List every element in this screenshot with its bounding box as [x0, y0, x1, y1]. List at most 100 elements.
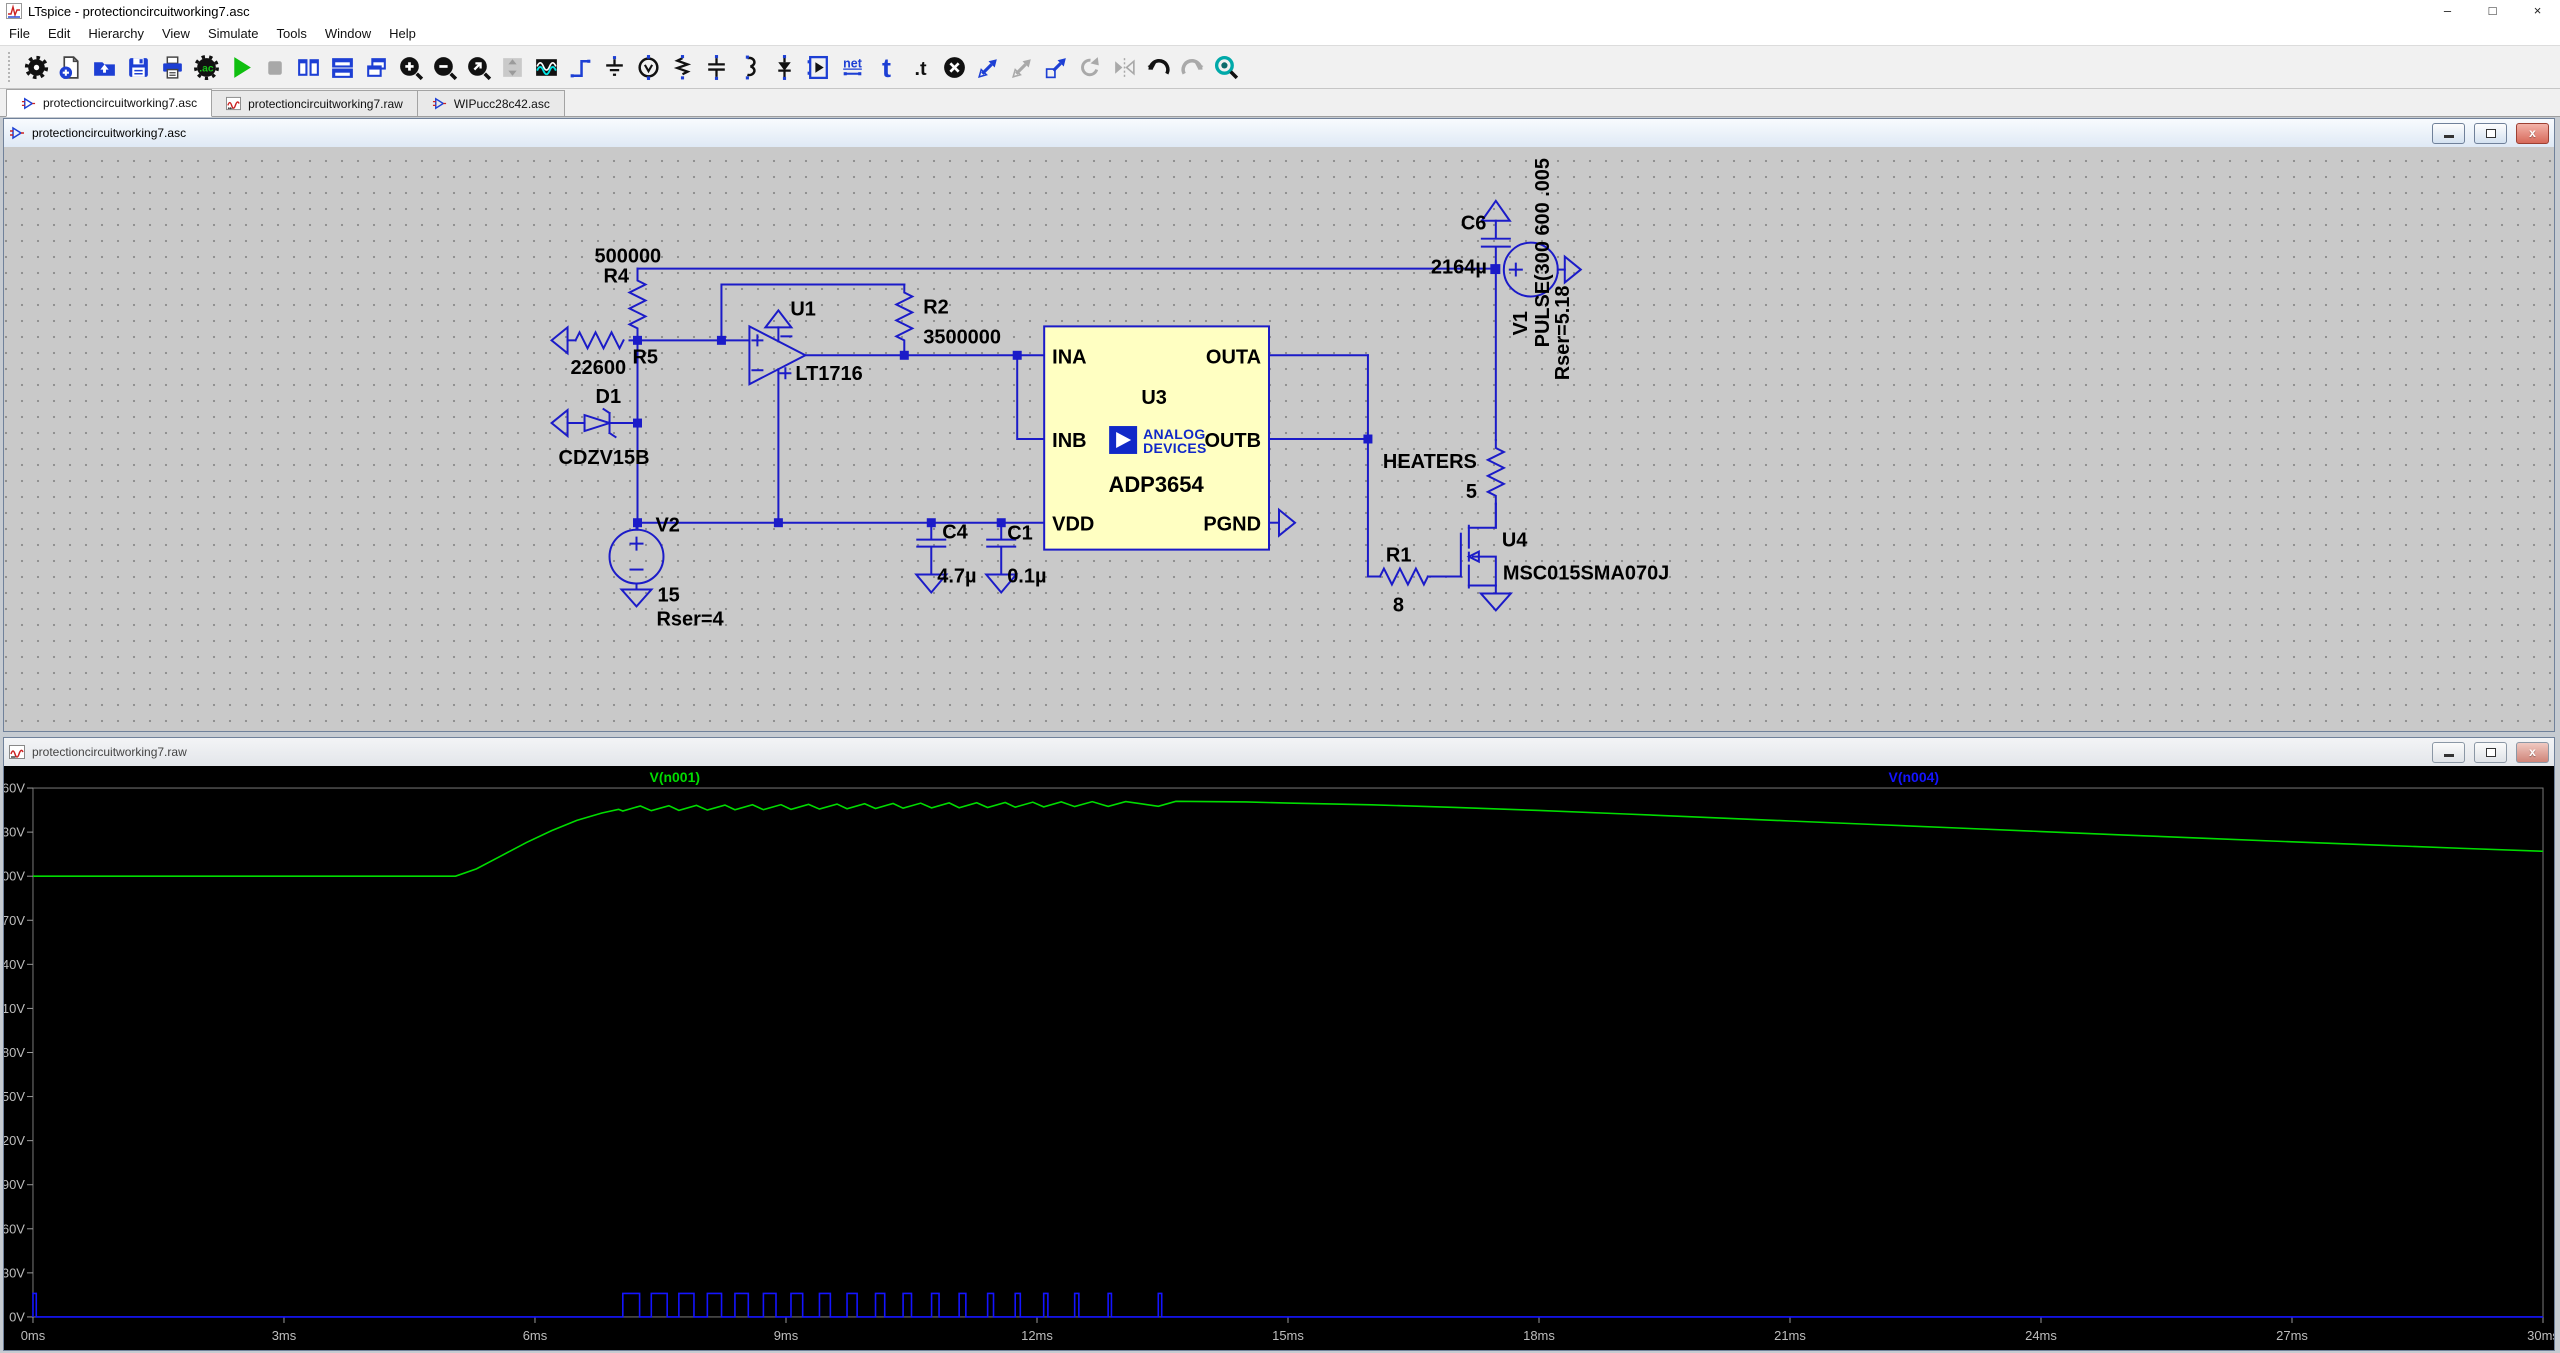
print-icon[interactable]: [155, 50, 189, 84]
trace-v-n004[interactable]: [33, 1293, 2543, 1317]
close-button[interactable]: ×: [2515, 0, 2560, 22]
tab-wipucc28c42-asc[interactable]: WIPucc28c42.asc: [417, 90, 565, 116]
r5-name: R5: [633, 346, 659, 368]
menu-item-help[interactable]: Help: [380, 22, 425, 45]
u4-value: MSC015SMA070J: [1503, 563, 1669, 585]
inductor-icon[interactable]: [733, 50, 767, 84]
undo-icon[interactable]: [1141, 50, 1175, 84]
component-HEATERS[interactable]: [1488, 440, 1504, 504]
control-panel-icon[interactable]: [19, 50, 53, 84]
waveform-minimize-button[interactable]: [2432, 742, 2465, 763]
heaters-value: 5: [1466, 481, 1477, 503]
diode-icon[interactable]: [767, 50, 801, 84]
trace-v-n001[interactable]: [33, 801, 2543, 876]
x-tick-label: 3ms: [272, 1328, 297, 1343]
trace-label-0[interactable]: V(n001): [649, 769, 700, 785]
waveform-plot-area[interactable]: 0V30V60V90V120V150V180V210V240V270V300V3…: [4, 766, 2554, 1350]
copy-icon: [1005, 50, 1039, 84]
simulation-settings-icon[interactable]: .ac: [189, 50, 223, 84]
waveform-restore-button[interactable]: [2474, 742, 2507, 763]
open-icon[interactable]: [87, 50, 121, 84]
component-R5[interactable]: [552, 327, 624, 353]
tile-vertical-icon[interactable]: [291, 50, 325, 84]
delete-icon[interactable]: [937, 50, 971, 84]
zoom-extents-icon[interactable]: [461, 50, 495, 84]
tile-horizontal-icon[interactable]: [325, 50, 359, 84]
voltage-source-icon[interactable]: [631, 50, 665, 84]
zoom-out-icon[interactable]: [427, 50, 461, 84]
duplicate-icon[interactable]: [971, 50, 1005, 84]
capacitor-icon[interactable]: [699, 50, 733, 84]
cascade-icon[interactable]: [359, 50, 393, 84]
new-schematic-icon[interactable]: [53, 50, 87, 84]
component-U4[interactable]: [1461, 504, 1511, 611]
rotate-icon: [1073, 50, 1107, 84]
ground-U4: [1481, 593, 1511, 610]
v2-rser: Rser=4: [656, 608, 723, 630]
run-icon[interactable]: [223, 50, 257, 84]
net-flag-opamp-vcc: [765, 310, 791, 327]
ground-icon[interactable]: [597, 50, 631, 84]
component-R1[interactable]: [1380, 569, 1428, 585]
tab-label: protectioncircuitworking7.raw: [248, 97, 403, 111]
y-tick-label: 30V: [4, 1265, 25, 1280]
menu-item-window[interactable]: Window: [316, 22, 380, 45]
mdi-area: protectioncircuitworking7.asc x: [0, 117, 2560, 1353]
save-icon[interactable]: [121, 50, 155, 84]
schematic-restore-button[interactable]: [2474, 123, 2507, 144]
schematic-minimize-button[interactable]: [2432, 123, 2465, 144]
waveform-window-title: protectioncircuitworking7.raw: [32, 745, 187, 759]
y-tick-label: 240V: [4, 957, 25, 972]
x-tick-label: 18ms: [1523, 1328, 1555, 1343]
halt-icon: [257, 50, 291, 84]
c6-name: C6: [1461, 213, 1487, 235]
schematic-close-button[interactable]: x: [2516, 123, 2549, 144]
waveform-close-button[interactable]: x: [2516, 742, 2549, 763]
y-tick-label: 330V: [4, 825, 25, 840]
trace-label-1[interactable]: V(n004): [1889, 769, 1940, 785]
text-icon[interactable]: t: [869, 50, 903, 84]
menu-item-hierarchy[interactable]: Hierarchy: [79, 22, 153, 45]
ground-V2: [622, 589, 652, 606]
x-tick-label: 6ms: [523, 1328, 548, 1343]
menu-item-tools[interactable]: Tools: [268, 22, 316, 45]
menu-item-file[interactable]: File: [0, 22, 39, 45]
svg-text:.t: .t: [914, 57, 926, 79]
v1-value: PULSE(300 600 .005: [1532, 158, 1554, 347]
component-R2[interactable]: [896, 285, 912, 356]
spice-directive-icon[interactable]: .t: [903, 50, 937, 84]
net-label-icon[interactable]: net: [835, 50, 869, 84]
schematic-canvas[interactable]: ANALOG DEVICES 500000 R4 R5 22600 D1 CDZ…: [4, 147, 2554, 731]
maximize-button[interactable]: □: [2470, 0, 2515, 22]
menu-bar: FileEditHierarchyViewSimulateToolsWindow…: [0, 22, 2560, 45]
waveform-window-titlebar: protectioncircuitworking7.raw x: [4, 738, 2554, 767]
u1-name: U1: [790, 298, 816, 320]
menu-item-simulate[interactable]: Simulate: [199, 22, 268, 45]
u3-pin-outb: OUTB: [1204, 430, 1261, 452]
minimize-button[interactable]: –: [2425, 0, 2470, 22]
waveform-icon[interactable]: [529, 50, 563, 84]
component-D1[interactable]: [552, 409, 616, 437]
x-tick-label: 0ms: [21, 1328, 46, 1343]
wire-icon[interactable]: [563, 50, 597, 84]
schematic-window-title: protectioncircuitworking7.asc: [32, 126, 186, 140]
resistor-icon[interactable]: [665, 50, 699, 84]
component-R4[interactable]: [630, 269, 646, 341]
c6-value: 2164µ: [1431, 257, 1487, 279]
tab-protectioncircuitworking7-asc[interactable]: protectioncircuitworking7.asc: [6, 89, 212, 117]
move-icon[interactable]: [1039, 50, 1073, 84]
u3-name: U3: [1141, 387, 1167, 409]
tab-label: protectioncircuitworking7.asc: [43, 96, 197, 110]
menu-item-view[interactable]: View: [153, 22, 199, 45]
search-icon[interactable]: [1209, 50, 1243, 84]
c1-name: C1: [1007, 523, 1033, 545]
port-flag-V1: [1565, 257, 1581, 283]
component-icon[interactable]: [801, 50, 835, 84]
c1-value: 0.1µ: [1007, 566, 1046, 588]
zoom-in-icon[interactable]: [393, 50, 427, 84]
toolbar-grip[interactable]: [8, 52, 15, 82]
x-tick-label: 21ms: [1774, 1328, 1806, 1343]
menu-item-edit[interactable]: Edit: [39, 22, 79, 45]
x-tick-label: 9ms: [774, 1328, 799, 1343]
tab-protectioncircuitworking7-raw[interactable]: protectioncircuitworking7.raw: [211, 90, 418, 116]
